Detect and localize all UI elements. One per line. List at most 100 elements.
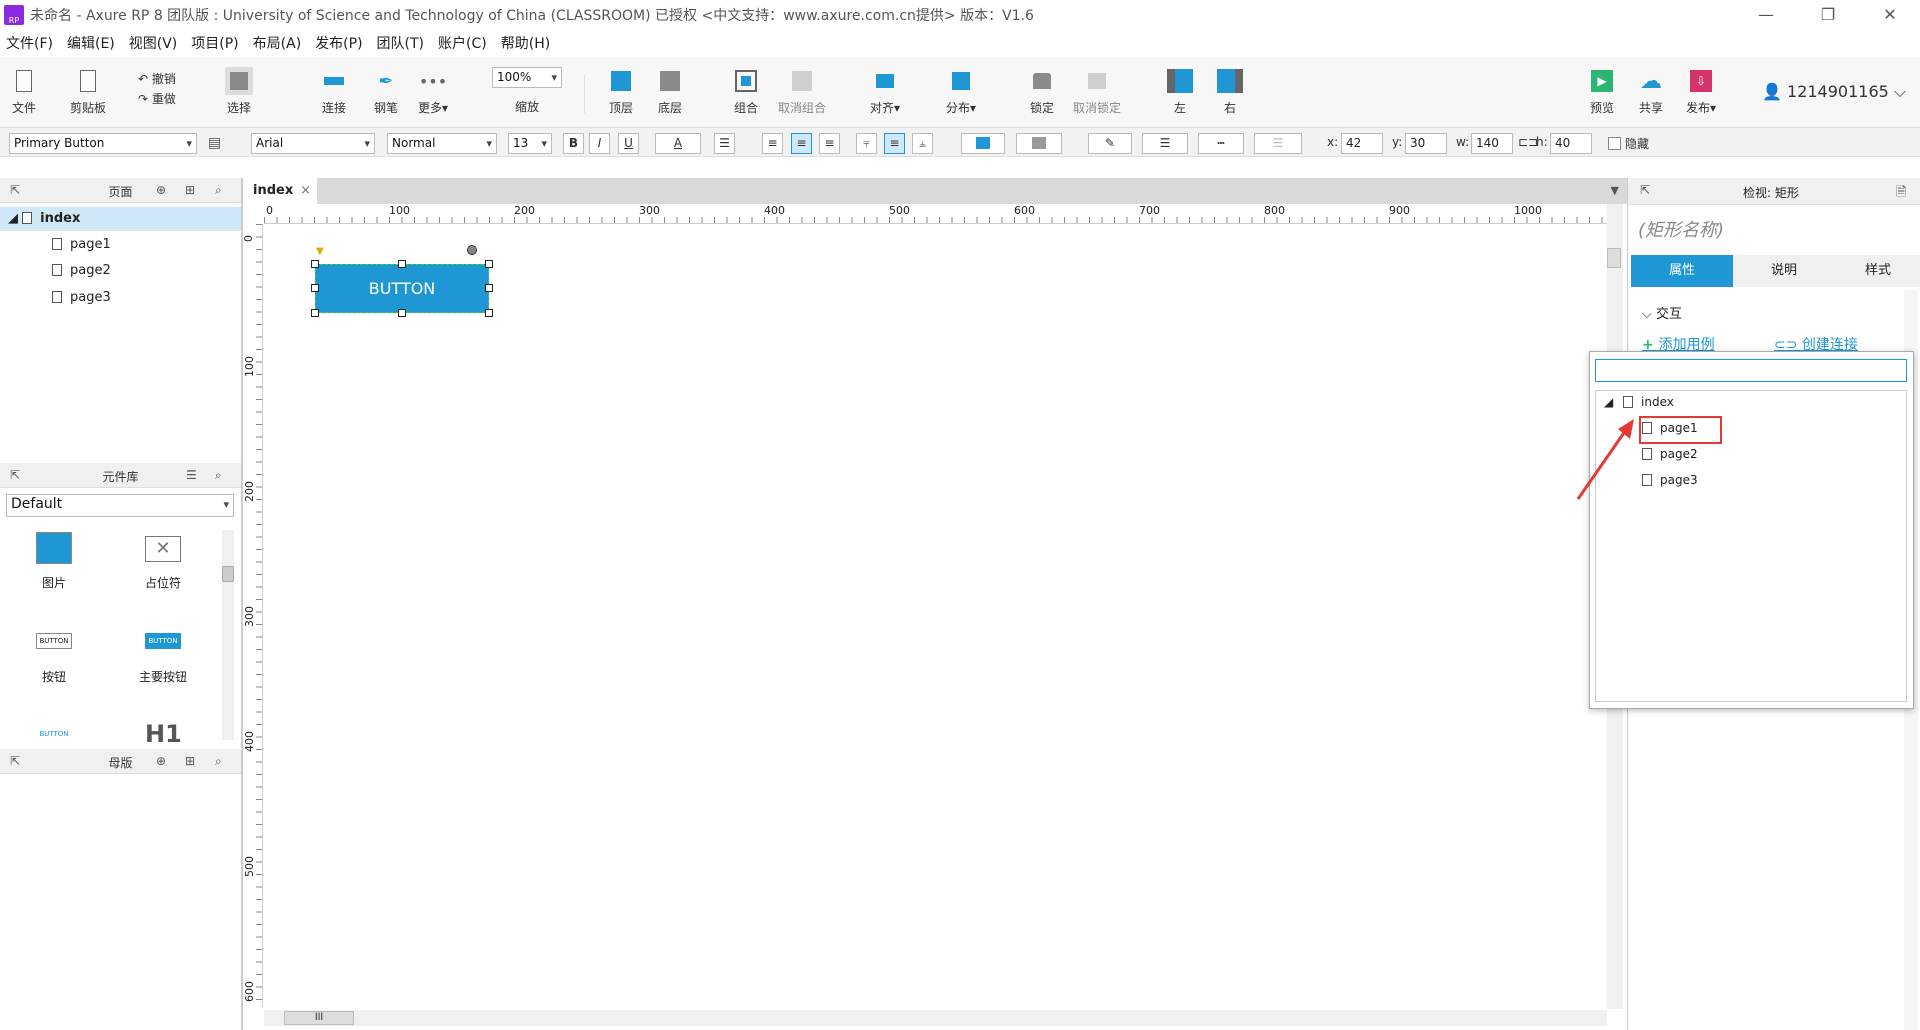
heading-widget-icon[interactable]: H1 xyxy=(145,720,182,748)
page-tree-item[interactable]: page1 xyxy=(0,233,241,257)
menu-publish[interactable]: 发布(P) xyxy=(315,33,362,53)
bring-to-front-button[interactable]: 顶层 xyxy=(607,67,635,116)
align-left-button[interactable]: 左 xyxy=(1166,67,1194,116)
italic-button[interactable]: I xyxy=(589,133,610,154)
collapse-icon[interactable]: ⇱ xyxy=(1640,183,1650,197)
selected-button-widget[interactable]: BUTTON xyxy=(315,264,489,313)
arrow-style-button[interactable]: ☰ xyxy=(1254,133,1302,154)
widget-name-field[interactable]: (矩形名称) xyxy=(1638,216,1724,242)
tab-index[interactable]: index × xyxy=(243,178,317,204)
link-tree-item[interactable]: page3 xyxy=(1642,470,1698,490)
undo-button[interactable]: ↶ 撤销 xyxy=(138,70,176,87)
button-widget-icon[interactable]: BUTTON xyxy=(36,633,72,649)
distribute-button[interactable]: 分布▾ xyxy=(946,67,976,116)
design-canvas[interactable] xyxy=(264,225,1606,1009)
search-icon[interactable]: ⌕ xyxy=(215,183,222,198)
shadow-button[interactable] xyxy=(1016,133,1062,154)
menu-help[interactable]: 帮助(H) xyxy=(501,33,550,53)
add-folder-icon[interactable]: ⊞ xyxy=(185,754,195,768)
add-master-icon[interactable]: ⊕ xyxy=(156,754,166,768)
y-position-input[interactable]: 30 xyxy=(1405,133,1447,154)
preview-button[interactable]: ▶ 预览 xyxy=(1588,67,1616,116)
page-search-input[interactable] xyxy=(1595,359,1907,382)
font-weight-select[interactable]: Normal xyxy=(387,133,497,154)
tab-properties[interactable]: 属性 xyxy=(1631,255,1733,287)
width-input[interactable]: 140 xyxy=(1471,133,1513,154)
resize-handle[interactable] xyxy=(485,284,493,292)
resize-handle[interactable] xyxy=(485,260,493,268)
redo-button[interactable]: ↷ 重做 xyxy=(138,90,176,107)
font-family-select[interactable]: Arial xyxy=(251,133,375,154)
rotate-handle-icon[interactable] xyxy=(467,245,477,255)
link-button-widget-icon[interactable]: BUTTON xyxy=(36,730,72,738)
page-tree-item[interactable]: page2 xyxy=(0,259,241,283)
menu-view[interactable]: 视图(V) xyxy=(129,33,178,53)
x-position-input[interactable]: 42 xyxy=(1341,133,1383,154)
valign-middle-icon[interactable]: ≡ xyxy=(884,133,905,154)
clipboard-button[interactable]: 剪贴板 xyxy=(70,67,106,116)
zoom-select[interactable]: 100% xyxy=(492,67,562,88)
file-button[interactable]: 文件 xyxy=(10,67,38,116)
library-select[interactable]: Default xyxy=(6,494,234,517)
line-color-button[interactable]: ✎ xyxy=(1088,133,1132,154)
menu-project[interactable]: 项目(P) xyxy=(191,33,238,53)
menu-account[interactable]: 账户(C) xyxy=(438,33,487,53)
add-page-icon[interactable]: ⊕ xyxy=(156,183,166,197)
underline-button[interactable]: U xyxy=(618,133,639,154)
fill-color-button[interactable] xyxy=(961,133,1005,154)
publish-button[interactable]: ⇩ 发布▾ xyxy=(1686,67,1716,116)
valign-top-icon[interactable]: ⫧ xyxy=(856,133,877,154)
close-tab-icon[interactable]: × xyxy=(300,178,311,204)
bullet-list-icon[interactable]: ☰ xyxy=(714,133,735,154)
interactions-section[interactable]: ⌵ 交互 xyxy=(1642,303,1682,322)
minimize-icon[interactable]: — xyxy=(1738,0,1794,29)
library-scrollbar[interactable] xyxy=(222,530,234,740)
height-input[interactable]: 40 xyxy=(1550,133,1592,154)
widget-style-select[interactable]: Primary Button xyxy=(9,133,197,154)
lock-button[interactable]: 锁定 xyxy=(1028,67,1056,116)
line-style-button[interactable]: ┅ xyxy=(1198,133,1244,154)
link-tree-item-index[interactable]: ◢ index xyxy=(1604,392,1674,412)
align-button[interactable]: 对齐▾ xyxy=(870,67,900,116)
hidden-checkbox[interactable] xyxy=(1608,137,1621,150)
primary-button-widget-icon[interactable]: BUTTON xyxy=(145,633,181,649)
tab-style[interactable]: 样式 xyxy=(1835,255,1920,287)
resize-handle[interactable] xyxy=(398,260,406,268)
select-tool-button[interactable]: 选择 xyxy=(225,67,253,116)
restore-icon[interactable]: ❐ xyxy=(1800,0,1856,29)
group-button[interactable]: 组合 xyxy=(732,67,760,116)
align-right-button[interactable]: 右 xyxy=(1216,67,1244,116)
valign-bottom-icon[interactable]: ⫨ xyxy=(912,133,933,154)
font-color-button[interactable]: A xyxy=(655,133,701,154)
menu-icon[interactable]: ☰ xyxy=(186,468,197,482)
search-icon[interactable]: ⌕ xyxy=(215,754,222,769)
menu-layout[interactable]: 布局(A) xyxy=(253,33,302,53)
image-widget-icon[interactable] xyxy=(36,532,72,564)
unlock-button[interactable]: 取消锁定 xyxy=(1073,67,1121,116)
close-icon[interactable]: ✕ xyxy=(1862,0,1918,29)
align-left-text-icon[interactable]: ≡ xyxy=(762,133,783,154)
align-center-text-icon[interactable]: ≡ xyxy=(791,133,812,154)
more-tools-button[interactable]: ••• 更多▾ xyxy=(418,67,448,116)
resize-handle[interactable] xyxy=(311,260,319,268)
menu-file[interactable]: 文件(F) xyxy=(6,33,53,53)
page-tree-item[interactable]: page3 xyxy=(0,286,241,310)
user-account[interactable]: 👤 1214901165 ⌵ xyxy=(1762,82,1906,102)
menu-edit[interactable]: 编辑(E) xyxy=(67,33,115,53)
resize-handle[interactable] xyxy=(311,309,319,317)
font-size-select[interactable]: 13 xyxy=(508,133,552,154)
bold-button[interactable]: B xyxy=(563,133,584,154)
page-tree-item-index[interactable]: ◢ index xyxy=(0,207,241,231)
resize-handle[interactable] xyxy=(311,284,319,292)
pen-tool-button[interactable]: ✒ 钢笔 xyxy=(372,67,400,116)
style-manager-icon[interactable]: ▤ xyxy=(208,135,221,151)
send-to-back-button[interactable]: 底层 xyxy=(656,67,684,116)
ungroup-button[interactable]: 取消组合 xyxy=(778,67,826,116)
tab-notes[interactable]: 说明 xyxy=(1733,255,1835,287)
placeholder-widget-icon[interactable]: ✕ xyxy=(145,536,181,562)
corner-radius-triangle-icon[interactable]: ▼ xyxy=(316,246,324,257)
share-button[interactable]: ☁ 共享 xyxy=(1637,67,1665,116)
chevron-down-icon[interactable]: ▼ xyxy=(1611,184,1619,197)
line-width-button[interactable]: ☰ xyxy=(1142,133,1188,154)
resize-handle[interactable] xyxy=(485,309,493,317)
